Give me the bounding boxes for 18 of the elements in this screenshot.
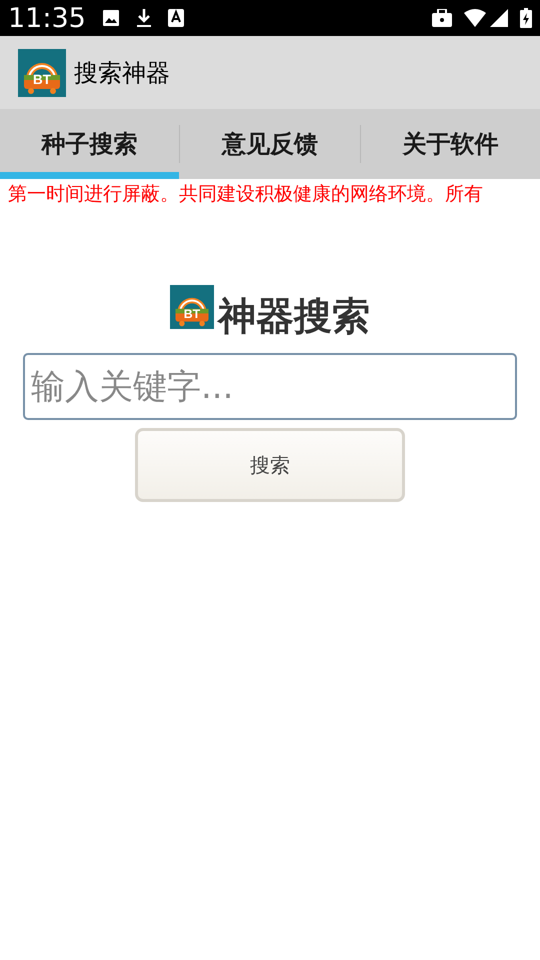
briefcase-icon bbox=[432, 9, 452, 27]
app-logo-icon: BT bbox=[170, 285, 214, 329]
clock: 11:35 bbox=[8, 4, 86, 32]
tab[interactable]: 意见反馈 bbox=[180, 109, 360, 179]
download-icon bbox=[136, 8, 152, 28]
page-heading: 神器搜索 bbox=[218, 297, 370, 335]
image-icon bbox=[102, 9, 120, 27]
app-title: 搜索神器 bbox=[74, 58, 170, 88]
font-icon bbox=[168, 9, 184, 27]
tab[interactable]: 关于软件 bbox=[360, 109, 540, 179]
notice-marquee: 第一时间进行屏蔽。共同建设积极健康的网络环境。所有 bbox=[8, 182, 483, 207]
search-field[interactable]: 输入关键字... bbox=[23, 353, 517, 420]
signal-icon bbox=[490, 9, 508, 27]
wifi-icon bbox=[464, 9, 486, 27]
battery-icon bbox=[520, 8, 532, 28]
tab[interactable]: 种子搜索 bbox=[0, 109, 180, 179]
app-logo-icon: BT bbox=[18, 48, 66, 96]
search-button[interactable]: 搜索 bbox=[135, 428, 405, 502]
